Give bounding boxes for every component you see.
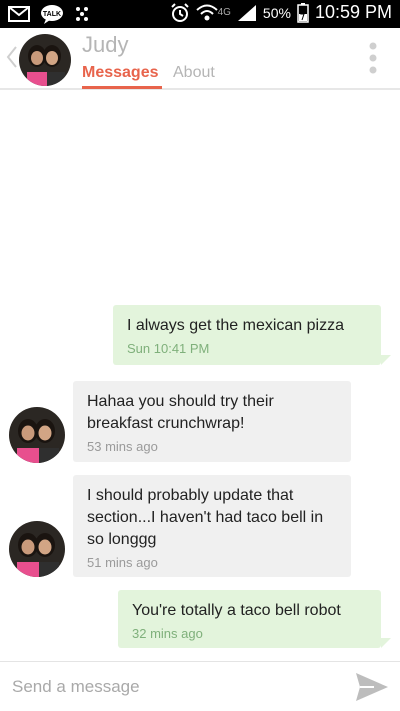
chevron-left-icon[interactable] [4, 44, 20, 70]
contact-name: Judy [82, 32, 129, 57]
talk-label: TALK [43, 11, 61, 18]
message-text: You're totally a taco bell robot [132, 602, 341, 619]
bubble-tail [381, 355, 391, 365]
message-composer [0, 661, 400, 711]
alarm-icon [170, 2, 189, 22]
talk-icon: TALK [41, 5, 63, 24]
avatar[interactable] [9, 521, 65, 577]
message-time: Sun 10:41 PM [127, 341, 210, 356]
more-options-icon[interactable] [368, 42, 378, 74]
avatar[interactable] [19, 34, 71, 86]
wifi-icon [195, 4, 218, 20]
avatar-photo [9, 407, 65, 463]
message-time: 32 mins ago [132, 626, 203, 641]
status-time: 10:59 PM [314, 2, 392, 22]
message-sent[interactable]: I always get the mexican pizza Sun 10:41… [113, 305, 381, 365]
message-text: Hahaa you should try their breakfast cru… [87, 393, 274, 432]
dots-icon [76, 7, 88, 21]
send-icon[interactable] [354, 670, 390, 704]
network-label: 4G [217, 7, 231, 18]
message-time: 51 mins ago [87, 555, 158, 570]
mail-icon [8, 6, 30, 22]
message-received[interactable]: I should probably update that section...… [73, 475, 351, 577]
battery-icon [297, 2, 309, 23]
message-time: 53 mins ago [87, 439, 158, 454]
avatar[interactable] [9, 407, 65, 463]
message-text: I should probably update that section...… [87, 487, 324, 548]
conversation-header: Judy Messages About [0, 28, 400, 90]
message-received[interactable]: Hahaa you should try their breakfast cru… [73, 381, 351, 462]
status-left-icons: TALK [8, 4, 90, 24]
bubble-tail [381, 638, 391, 648]
battery-percent: 50% [262, 4, 291, 21]
message-text: I always get the mexican pizza [127, 317, 344, 334]
avatar-photo [19, 34, 71, 86]
message-sent[interactable]: You're totally a taco bell robot 32 mins… [118, 590, 381, 648]
active-tab-indicator [82, 86, 162, 89]
status-right-icons: 4G 50% 10:59 PM [170, 2, 392, 23]
status-bar: TALK 4G 50% 10:59 PM [0, 0, 400, 28]
signal-icon [237, 4, 256, 21]
tab-messages[interactable]: Messages [82, 64, 159, 82]
tab-about[interactable]: About [173, 64, 215, 82]
message-input[interactable] [12, 672, 332, 702]
avatar-photo [9, 521, 65, 577]
